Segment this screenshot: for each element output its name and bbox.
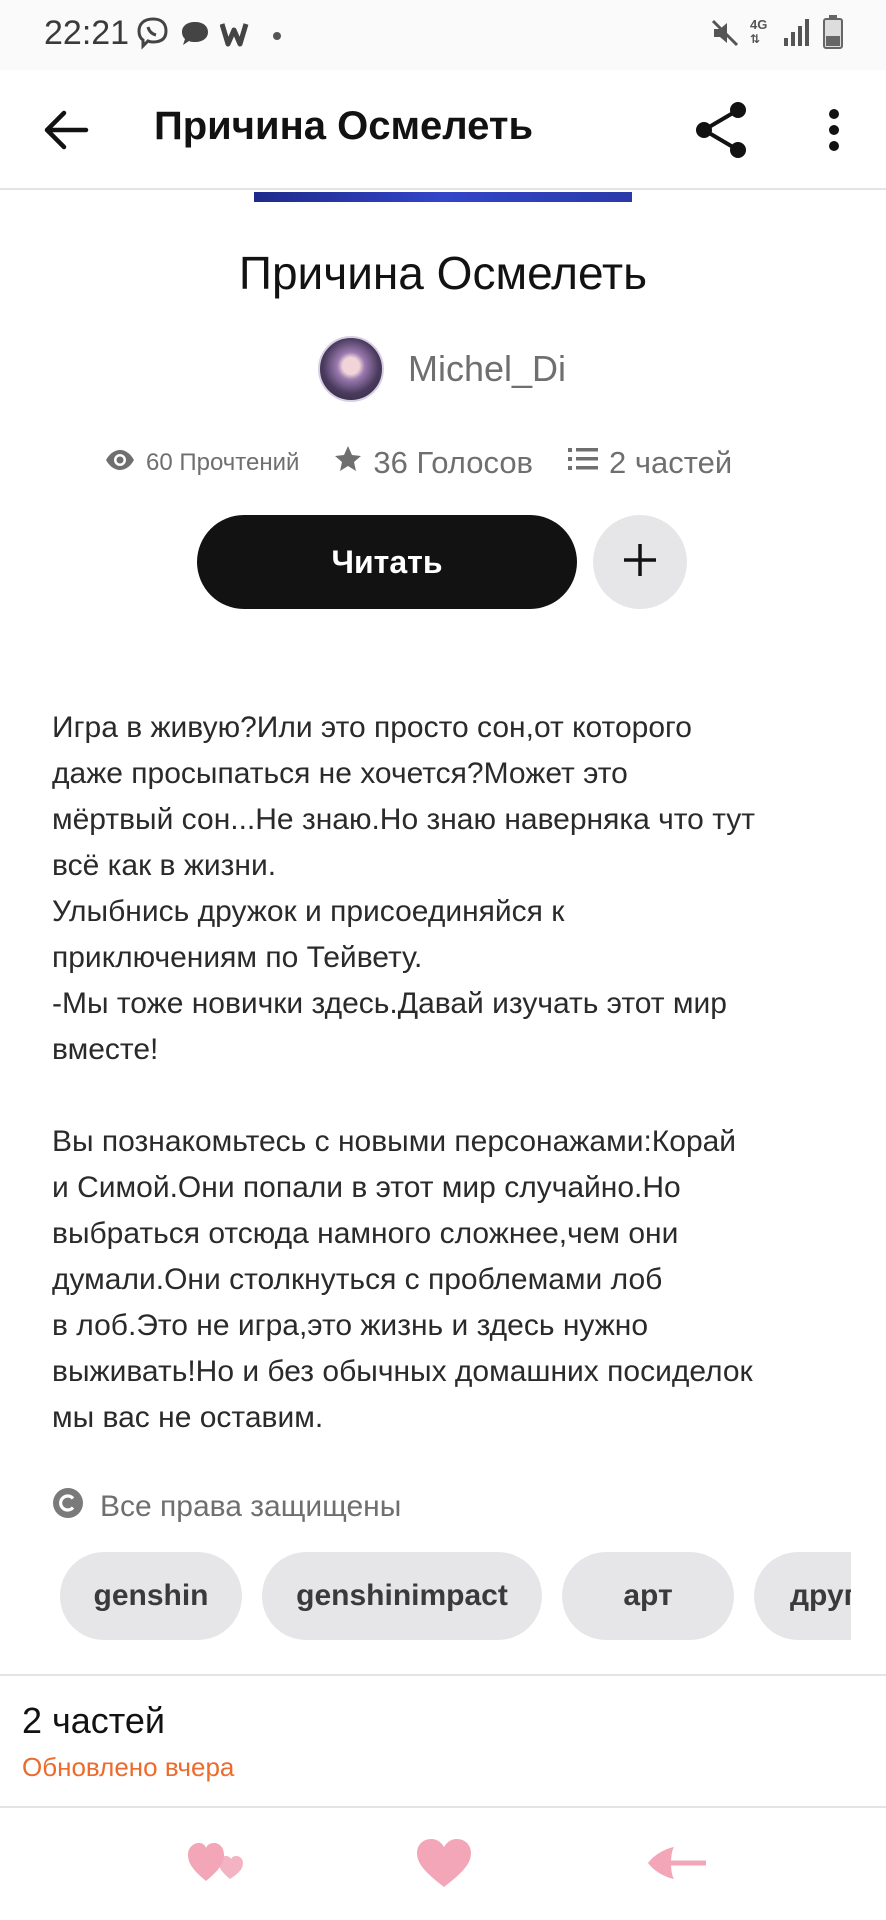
status-time: 22:21 bbox=[44, 14, 130, 52]
parts-count: 2 частей bbox=[609, 445, 733, 480]
mute-icon bbox=[710, 18, 740, 53]
back-arrow-icon bbox=[36, 110, 96, 164]
share-icon bbox=[690, 102, 754, 166]
message-icon bbox=[180, 20, 210, 53]
viber-icon bbox=[136, 16, 170, 57]
tag-chip[interactable]: genshin bbox=[60, 1552, 242, 1640]
votes-count: 36 Голосов bbox=[373, 445, 534, 480]
rights-text: Все права защищены bbox=[100, 1490, 402, 1523]
story-title: Причина Осмелеть bbox=[238, 247, 648, 299]
signal-icon bbox=[782, 16, 810, 53]
tag-chip[interactable]: друг bbox=[754, 1552, 851, 1640]
w-app-icon bbox=[219, 20, 254, 53]
eye-icon bbox=[104, 448, 136, 479]
nav-button-3[interactable] bbox=[626, 1830, 726, 1900]
app-bar-title: Причина Осмелеть bbox=[154, 104, 534, 148]
story-description: Игра в живую?Или это просто сон,от котор… bbox=[52, 705, 852, 1441]
share-button[interactable] bbox=[690, 98, 754, 162]
hearts-icon bbox=[186, 1839, 250, 1892]
star-icon bbox=[333, 444, 363, 482]
reads-stat: 60 Прочтений bbox=[104, 448, 299, 479]
copyright-notice: Все права защищены bbox=[52, 1485, 401, 1529]
divider bbox=[0, 1674, 886, 1676]
plus-icon bbox=[620, 540, 660, 585]
dot-icon bbox=[272, 28, 282, 46]
cover-image bbox=[254, 192, 632, 202]
tag-chip[interactable]: genshinimpact bbox=[262, 1552, 542, 1640]
back-button[interactable] bbox=[36, 100, 96, 160]
votes-stat: 36 Голосов bbox=[333, 444, 533, 482]
description-paragraph: Игра в живую?Или это просто сон,от котор… bbox=[52, 711, 756, 1066]
copyright-icon bbox=[52, 1487, 84, 1527]
list-icon bbox=[567, 445, 599, 481]
status-bar: 22:21 4G ⇅ bbox=[0, 0, 886, 70]
updated-label: Обновлено вчера bbox=[22, 1752, 235, 1782]
author-link[interactable]: Michel_Di bbox=[318, 334, 566, 404]
nav-button-2[interactable] bbox=[394, 1830, 494, 1900]
tag-chip[interactable]: арт bbox=[562, 1552, 734, 1640]
tags-row: genshin genshinimpact арт друг bbox=[60, 1552, 851, 1644]
more-options-button[interactable] bbox=[812, 98, 856, 162]
read-button[interactable]: Читать bbox=[197, 515, 577, 609]
parts-section-title[interactable]: 2 частей bbox=[22, 1700, 165, 1742]
author-name: Michel_Di bbox=[408, 348, 567, 389]
heart-icon bbox=[415, 1837, 473, 1894]
reads-count: 60 Прочтений bbox=[146, 449, 300, 476]
avatar bbox=[318, 336, 384, 402]
battery-icon bbox=[822, 14, 844, 55]
nav-button-1[interactable] bbox=[168, 1830, 268, 1900]
description-paragraph: Вы познакомьтесь с новыми персонажами:Ко… bbox=[52, 1125, 753, 1434]
more-vert-icon bbox=[812, 109, 856, 166]
add-to-library-button[interactable] bbox=[593, 515, 687, 609]
app-bar: Причина Осмелеть bbox=[0, 70, 886, 190]
bottom-nav bbox=[0, 1808, 886, 1920]
arrow-back-icon bbox=[644, 1843, 708, 1888]
story-stats: 60 Прочтений 36 Голосов 2 частей bbox=[104, 438, 732, 488]
network-4g-icon: 4G ⇅ bbox=[750, 17, 768, 47]
parts-stat: 2 частей bbox=[567, 445, 732, 481]
